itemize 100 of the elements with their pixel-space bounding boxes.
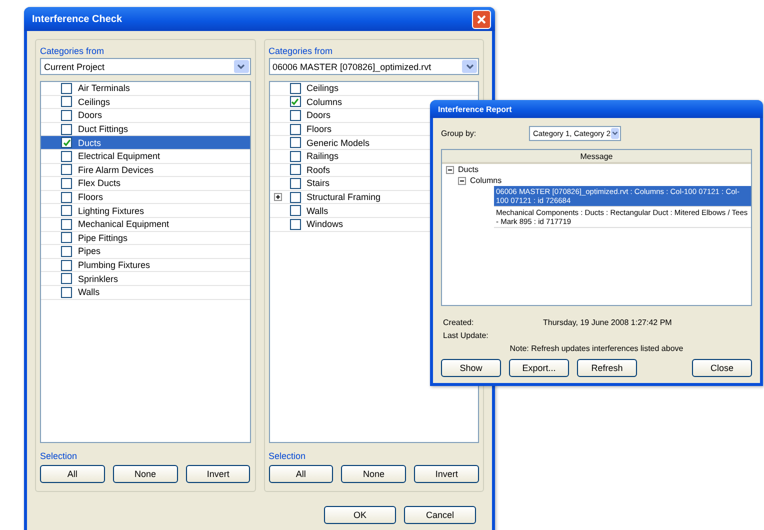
collapse-icon[interactable] <box>458 176 466 184</box>
checkbox[interactable] <box>61 286 72 298</box>
selection-button[interactable]: Invert <box>414 465 479 483</box>
selection-button[interactable]: All <box>40 465 105 483</box>
category-item[interactable]: Air Terminals <box>41 82 250 96</box>
category-item[interactable]: Floors <box>41 190 250 204</box>
close-icon <box>476 14 487 24</box>
last-update-label: Last Update: <box>443 331 490 340</box>
group-by-label: Group by: <box>441 129 478 138</box>
category-label: Floors <box>78 192 104 202</box>
column-header[interactable]: Message <box>442 150 751 164</box>
checkbox[interactable] <box>290 137 300 148</box>
checkbox[interactable] <box>61 260 72 271</box>
selection-button[interactable]: Invert <box>186 465 250 483</box>
dialog-button[interactable]: Cancel <box>404 506 476 524</box>
checkbox[interactable] <box>61 246 72 257</box>
category-label: Pipes <box>78 246 101 256</box>
category-label: Generic Models <box>306 138 370 148</box>
category-label: Structural Framing <box>306 192 381 202</box>
created-label: Created: <box>443 318 475 327</box>
window-title: Interference Check <box>32 14 122 24</box>
category-label: Floors <box>306 124 332 134</box>
category-label: Walls <box>306 206 328 216</box>
category-label: Roofs <box>306 164 330 175</box>
category-label: Plumbing Fixtures <box>78 260 150 270</box>
category-item[interactable]: Doors <box>41 109 250 123</box>
category-label: Electrical Equipment <box>78 151 160 162</box>
category-label: Doors <box>78 110 102 120</box>
checkbox[interactable] <box>61 96 72 108</box>
checkbox[interactable] <box>61 164 72 176</box>
source-dropdown[interactable]: Current Project <box>40 58 250 75</box>
category-item[interactable]: Pipes <box>41 245 250 259</box>
created-value: Thursday, 19 June 2008 1:27:42 PM <box>543 318 672 327</box>
category-item[interactable]: Pipe Fittings <box>41 232 250 246</box>
checkbox[interactable] <box>290 192 300 203</box>
dialog-button[interactable]: OK <box>324 506 396 524</box>
report-button[interactable]: Close <box>692 359 752 377</box>
close-button[interactable] <box>472 10 491 28</box>
category-item[interactable]: Ducts <box>41 136 250 150</box>
checkbox[interactable] <box>61 232 72 244</box>
report-button[interactable]: Show <box>441 359 501 377</box>
checkbox[interactable] <box>290 124 300 135</box>
checkbox[interactable] <box>290 110 300 121</box>
checkbox[interactable] <box>61 273 72 284</box>
category-item[interactable]: Plumbing Fixtures <box>41 258 250 272</box>
category-item[interactable]: Flex Ducts <box>41 177 250 191</box>
category-label: Air Terminals <box>78 83 130 94</box>
selection-button[interactable]: All <box>268 465 334 483</box>
checkbox[interactable] <box>61 124 72 135</box>
report-button[interactable]: Export... <box>509 359 569 377</box>
category-item[interactable]: Mechanical Equipment <box>41 218 250 232</box>
group-label: Categories from <box>268 46 334 56</box>
category-label: Lighting Fixtures <box>78 206 144 216</box>
checkbox[interactable] <box>61 150 72 162</box>
checkbox[interactable] <box>290 96 300 108</box>
category-label: Ceilings <box>306 83 339 94</box>
checkbox[interactable] <box>290 164 300 176</box>
category-item[interactable]: Sprinklers <box>41 272 250 286</box>
checkbox[interactable] <box>61 178 72 189</box>
selection-button[interactable]: None <box>341 465 406 483</box>
category-label: Fire Alarm Devices <box>78 164 154 175</box>
category-label: Railings <box>306 151 339 162</box>
category-item[interactable]: Ceilings <box>270 82 478 96</box>
checkbox[interactable] <box>290 218 300 230</box>
selection-label: Selection <box>40 451 78 461</box>
checkbox[interactable] <box>290 150 300 162</box>
report-button[interactable]: Refresh <box>577 359 637 377</box>
checkbox[interactable] <box>61 137 72 148</box>
category-label: Mechanical Equipment <box>78 219 170 230</box>
category-label: Pipe Fittings <box>78 232 128 243</box>
checkbox[interactable] <box>61 110 72 121</box>
expand-icon[interactable] <box>274 193 282 202</box>
checkbox[interactable] <box>290 205 300 216</box>
group-label: Categories from <box>40 46 106 56</box>
checkbox[interactable] <box>61 205 72 216</box>
checkbox[interactable] <box>61 192 72 203</box>
category-label: Columns <box>306 96 342 107</box>
refresh-note: Note: Refresh updates interferences listed above <box>510 344 684 353</box>
checkbox[interactable] <box>290 178 300 189</box>
category-label: Duct Fittings <box>78 124 128 134</box>
source-dropdown[interactable]: 06006 MASTER [070826]_optimized.rvt <box>268 58 479 75</box>
collapse-icon[interactable] <box>446 166 454 174</box>
category-label: Sprinklers <box>78 274 118 284</box>
category-label: Windows <box>306 219 344 230</box>
category-item[interactable]: Electrical Equipment <box>41 150 250 164</box>
category-label: Flex Ducts <box>78 178 121 188</box>
category-label: Ducts <box>78 138 102 148</box>
checkbox[interactable] <box>61 218 72 230</box>
checkbox[interactable] <box>61 82 72 94</box>
category-item[interactable]: Walls <box>41 286 250 300</box>
category-item[interactable]: Fire Alarm Devices <box>41 164 250 178</box>
selection-label: Selection <box>268 451 307 461</box>
category-item[interactable]: Lighting Fixtures <box>41 204 250 218</box>
selection-button[interactable]: None <box>112 465 178 483</box>
category-item[interactable]: Ceilings <box>41 96 250 110</box>
category-label: Doors <box>306 110 331 120</box>
checkbox[interactable] <box>290 82 300 94</box>
category-label: Walls <box>78 287 100 298</box>
category-label: Stairs <box>306 178 330 188</box>
tree-node[interactable]: Ducts <box>458 165 478 174</box>
